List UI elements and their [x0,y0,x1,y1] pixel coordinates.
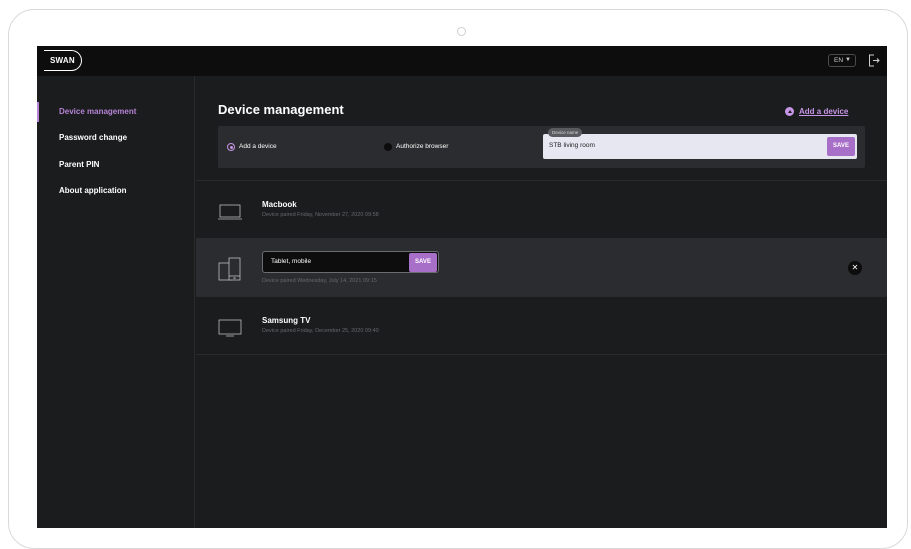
rename-device-field[interactable]: Tablet, mobile SAVE [262,251,439,273]
rename-save-button[interactable]: SAVE [409,253,437,272]
device-name: Macbook [262,200,297,209]
device-name: Samsung TV [262,316,311,325]
main-content: Device management Add a device Add a dev… [196,76,887,528]
add-device-panel: Add a device Authorize browser Device na… [218,126,865,168]
sidebar: Device management Password change Parent… [37,76,195,528]
laptop-icon [218,204,242,220]
device-row-macbook[interactable]: Macbook Device paired Friday, November 2… [196,180,887,238]
save-button[interactable]: SAVE [827,137,855,156]
rename-device-value: Tablet, mobile [271,258,312,265]
device-row-samsung-tv[interactable]: Samsung TV Device paired Friday, Decembe… [196,296,887,354]
radio-add-device-label: Add a device [239,143,277,150]
sidebar-item-password-change[interactable]: Password change [37,127,195,149]
radio-authorize-browser[interactable] [384,143,392,151]
logout-icon[interactable] [868,54,880,67]
radio-add-device[interactable] [227,143,235,151]
radio-authorize-browser-label: Authorize browser [396,143,449,150]
device-paired-date: Device paired Friday, November 27, 2020 … [262,212,379,218]
device-name-value: STB living room [549,142,595,149]
device-paired-date: Device paired Wednesday, July 14, 2021 0… [262,278,377,284]
sidebar-item-device-management[interactable]: Device management [37,101,195,123]
tablet-mobile-icon [218,257,241,281]
sidebar-item-about-application[interactable]: About application [37,180,195,202]
tv-icon [218,319,242,337]
language-select[interactable]: EN ▼ [828,54,856,67]
device-name-field[interactable]: Device name STB living room SAVE [543,128,857,159]
add-device-link[interactable]: Add a device [799,107,848,116]
add-device-icon[interactable] [785,107,794,116]
device-row-tablet-mobile[interactable]: Tablet, mobile SAVE Device paired Wednes… [196,238,887,296]
page-title: Device management [218,102,344,117]
list-divider [196,354,887,355]
language-value: EN [834,57,844,64]
swan-logo[interactable]: SWAN [44,50,82,71]
sidebar-item-parent-pin[interactable]: Parent PIN [37,154,195,176]
device-name-label: Device name [548,128,583,137]
close-icon[interactable]: ✕ [848,261,862,275]
camera-icon [457,27,466,36]
device-paired-date: Device paired Friday, December 25, 2020 … [262,328,379,334]
top-bar: SWAN EN ▼ [37,46,887,76]
app-screen: SWAN EN ▼ Device management Password cha… [37,46,887,528]
chevron-down-icon: ▼ [845,57,851,63]
